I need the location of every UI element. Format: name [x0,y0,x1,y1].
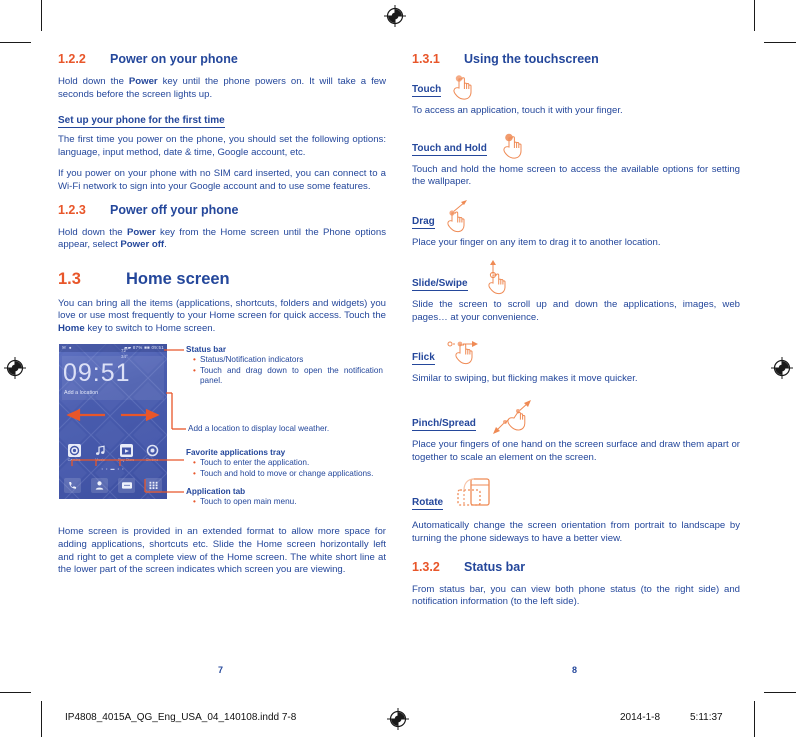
crop-mark-top-left-horizontal [0,42,31,43]
gesture-label-pinch-spread: Pinch/Spread [412,418,476,432]
paragraph-no-sim: If you power on your phone with no SIM c… [58,168,386,192]
device-rotate-icon [454,476,494,517]
heading-title: Power off your phone [110,202,239,217]
printed-page-spread: 1.2.2 Power on your phone Hold down the … [0,0,796,737]
heading-1-3-2: 1.3.2 Status bar [412,560,740,575]
heading-1-3-1: 1.3.1 Using the touchscreen [412,52,740,67]
gesture-label-flick: Flick [412,351,435,365]
registration-mark-bottom [387,708,409,730]
crop-mark-bottom-right-horizontal [764,692,796,693]
paragraph-extended-home-screen: Home screen is provided in an extended f… [58,526,386,576]
heading-title: Status bar [464,559,526,574]
heading-1-2-2: 1.2.2 Power on your phone [58,52,386,67]
gesture-desc-slide-swipe: Slide the screen to scroll up and down t… [412,299,740,323]
callout-text-application-tab: Touch to open main menu. [193,497,383,507]
callout-title-favorite-tray: Favorite applications tray [186,448,286,458]
heading-number: 1.3.1 [412,52,440,66]
page-number-left: 7 [218,665,224,675]
callout-bullet: Touch to enter the application. [193,458,383,468]
page-number-right: 8 [572,665,578,675]
left-page-column: 1.2.2 Power on your phone Hold down the … [58,52,386,586]
heading-number: 1.2.3 [58,202,86,217]
gesture-touch-and-hold: Touch and Hold [412,133,740,159]
callout-title-application-tab: Application tab [186,487,246,497]
gesture-desc-touch-and-hold: Touch and hold the home screen to access… [412,163,740,188]
crop-mark-top-right-horizontal [764,42,796,43]
gesture-pinch-spread: Pinch/Spread [412,400,740,435]
heading-title: Power on your phone [110,52,238,66]
hand-touch-hold-icon [498,133,528,166]
crop-mark-top-left-vertical [41,0,42,31]
heading-title: Home screen [126,269,230,288]
gesture-label-rotate: Rotate [412,497,444,511]
gesture-desc-pinch-spread: Place your fingers of one hand on the sc… [412,439,740,463]
crop-mark-top-right-vertical [754,0,755,31]
gesture-label-touch-and-hold: Touch and Hold [412,142,487,156]
crop-mark-bottom-right-vertical [754,701,755,737]
subheading-first-time-setup: Set up your phone for the first time [58,115,225,129]
callout-text-status-bar: Status/Notification indicators Touch and… [193,355,383,386]
heading-1-2-3: 1.2.3 Power off your phone [58,203,386,218]
slug-date: 2014-1-8 [620,712,661,723]
callout-bullet: Touch and drag down to open the notifica… [193,366,383,386]
crop-mark-bottom-left-horizontal [0,692,31,693]
gesture-label-drag: Drag [412,215,435,229]
gesture-touch: Touch [412,75,740,100]
hand-slide-swipe-icon [482,260,516,301]
registration-mark-right [771,357,793,379]
heading-number: 1.3 [58,269,81,288]
paragraph-home-screen-intro: You can bring all the items (application… [58,297,386,334]
gesture-slide-swipe: Slide/Swipe [412,260,740,295]
gesture-flick: Flick [412,340,740,365]
callout-text-add-location: Add a location to display local weather. [188,424,384,434]
paragraph-status-bar: From status bar, you can view both phone… [412,583,740,608]
slug-time: 5:11:37 [690,712,723,723]
registration-mark-top [384,5,406,27]
hand-flick-icon [446,339,488,376]
heading-title: Using the touchscreen [464,52,599,66]
hand-pinch-spread-icon [492,399,536,444]
gesture-desc-rotate: Automatically change the screen orientat… [412,520,740,544]
gesture-drag: Drag [412,199,740,232]
paragraph-power-off: Hold down the Power key from the Home sc… [58,226,386,251]
crop-mark-bottom-left-vertical [41,701,42,737]
heading-number: 1.2.2 [58,52,86,66]
paragraph-power-on: Hold down the Power key until the phone … [58,76,387,100]
callout-bullet: Touch and hold to move or change applica… [193,469,383,479]
callout-line: Add a location to display local weather. [188,424,330,434]
gesture-label-slide-swipe: Slide/Swipe [412,278,468,292]
heading-number: 1.3.2 [412,559,440,574]
home-screen-figure: ✉ ● ▰▰ 87% ■■ 09:51 09:51 72° 34° Add a l… [58,344,386,508]
hand-drag-icon [442,199,480,239]
right-page-column: 1.3.1 Using the touchscreen Touch To acc… [412,52,740,618]
heading-1-3: 1.3 Home screen [58,270,386,290]
callout-bullet: Touch to open main menu. [193,497,383,507]
gesture-rotate: Rotate [412,478,740,511]
gesture-label-touch: Touch [412,84,442,97]
registration-mark-left [4,357,26,379]
callout-title-status-bar: Status bar [186,345,227,355]
callout-bullet: Status/Notification indicators [193,355,383,365]
paragraph-first-time: The first time you power on the phone, y… [58,134,386,158]
callout-text-favorite-tray: Touch to enter the application. Touch an… [193,458,383,479]
hand-touch-icon [448,74,478,107]
slug-filename: IP4808_4015A_QG_Eng_USA_04_140108.indd 7… [65,712,297,723]
